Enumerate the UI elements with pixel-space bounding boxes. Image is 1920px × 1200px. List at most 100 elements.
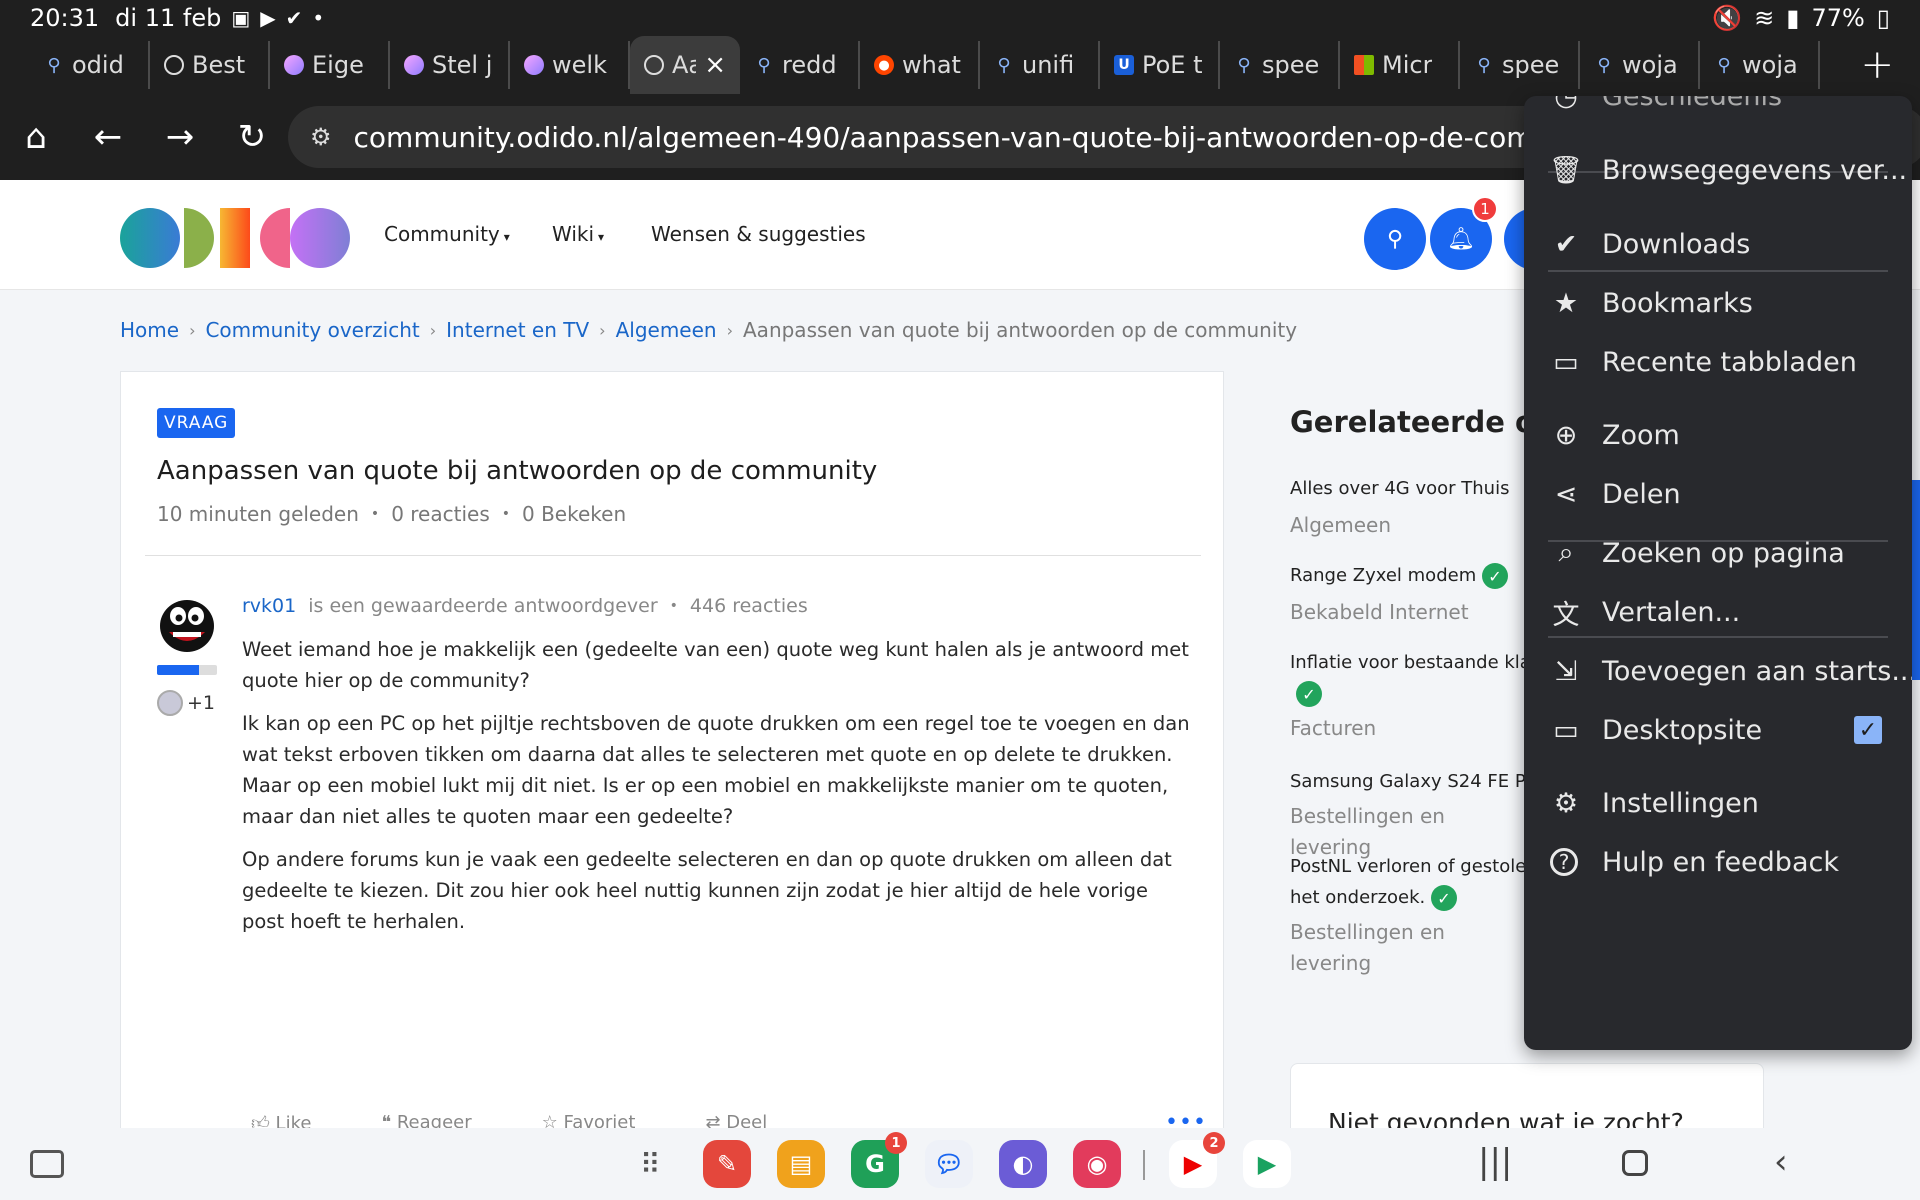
- menu-item-label: Downloads: [1602, 228, 1751, 260]
- related-item-title: Alles over 4G voor Thuis: [1290, 478, 1510, 499]
- find-in-page-icon: ⌕: [1558, 537, 1574, 568]
- menu-item-find-in-page[interactable]: ⌕ Zoeken op pagina: [1524, 523, 1912, 583]
- browser-tab[interactable]: ⚲ odid: [30, 41, 150, 89]
- back-icon[interactable]: ←: [72, 101, 144, 173]
- related-item[interactable]: Inflatie voor bestaande klant ✓ Facturen: [1290, 647, 1530, 744]
- breadcrumb-home[interactable]: Home: [120, 318, 179, 342]
- browser-tab[interactable]: ⚲ woja: [1580, 41, 1700, 89]
- browser-tab[interactable]: ⚲ spee: [1220, 41, 1340, 89]
- more-notifs-icon: •: [312, 6, 325, 30]
- files-app-icon[interactable]: ▤: [777, 1140, 825, 1188]
- related-item[interactable]: Alles over 4G voor Thuis Algemeen: [1290, 473, 1530, 541]
- menu-item-help[interactable]: ? Hulp en feedback: [1524, 832, 1912, 892]
- menu-item-share[interactable]: ⋖ Delen: [1524, 464, 1912, 524]
- menu-item-desktop[interactable]: ▭ Desktopsite ✓: [1524, 700, 1912, 760]
- author-name[interactable]: rvk01: [242, 595, 296, 617]
- menu-item-star[interactable]: ★ Bookmarks: [1524, 273, 1912, 333]
- breadcrumb-internet[interactable]: Internet en TV: [446, 318, 589, 342]
- browser-tab[interactable]: U PoE t: [1100, 41, 1220, 89]
- browser-tab[interactable]: ⚲ spee: [1460, 41, 1580, 89]
- site-settings-icon[interactable]: ⚙: [310, 123, 332, 151]
- kudos-badge-icon: [157, 690, 183, 716]
- browser-tab[interactable]: ⚲ redd: [740, 41, 860, 89]
- app-drawer-icon[interactable]: ⠿: [640, 1148, 660, 1181]
- internet-app-icon[interactable]: ◐: [999, 1140, 1047, 1188]
- avatar[interactable]: [157, 594, 217, 654]
- related-item-category: Bestellingen en levering: [1290, 920, 1445, 975]
- browser-tab[interactable]: ● what: [860, 41, 980, 89]
- author-rank: is een gewaardeerde antwoordgever: [308, 595, 658, 617]
- related-title: Gerelateerde ond: [1290, 405, 1530, 439]
- reload-icon[interactable]: ↻: [216, 101, 288, 173]
- recent-apps-icon[interactable]: |||: [1478, 1142, 1512, 1182]
- menu-item-trash[interactable]: 🗑︎ Browsegegevens ver...: [1524, 140, 1912, 200]
- new-tab-icon[interactable]: +: [1860, 42, 1894, 88]
- app-badge: 2: [1203, 1132, 1225, 1154]
- menu-item-gear[interactable]: ⚙ Instellingen: [1524, 773, 1912, 833]
- back-nav-icon[interactable]: ‹: [1774, 1142, 1788, 1182]
- desktop-site-checkbox[interactable]: ✓: [1854, 716, 1882, 744]
- menu-item-download-check[interactable]: ✔ Downloads: [1524, 214, 1912, 274]
- menu-item-label: Toevoegen aan starts...: [1602, 655, 1912, 687]
- related-item-title: PostNL verloren of gestolen: [1290, 856, 1530, 877]
- search-icon[interactable]: ⚲: [1364, 208, 1426, 270]
- post-paragraph: Weet iemand hoe je makkelijk een (gedeel…: [242, 638, 1189, 692]
- browser-tab[interactable]: ⚲ unifi: [980, 41, 1100, 89]
- tab-title: spee: [1262, 51, 1320, 79]
- signal-icon: ▮: [1786, 4, 1800, 32]
- related-item[interactable]: Range Zyxel modem ✓ Bekabeld Internet: [1290, 560, 1530, 628]
- play-store-icon[interactable]: ▶: [1243, 1140, 1291, 1188]
- battery-icon: ▯: [1876, 4, 1890, 32]
- home-icon[interactable]: ⌂: [0, 101, 72, 173]
- breadcrumb-overzicht[interactable]: Community overzicht: [205, 318, 419, 342]
- odido-logo[interactable]: [120, 208, 350, 268]
- menu-item-label: Bookmarks: [1602, 287, 1753, 319]
- camera-app-icon[interactable]: ◉: [1073, 1140, 1121, 1188]
- related-item-title: Inflatie voor bestaande klant: [1290, 652, 1530, 673]
- menu-item-devices[interactable]: ▭ Recente tabbladen: [1524, 332, 1912, 392]
- status-right: 🔇 ≋ ▮ 77% ▯: [1712, 4, 1890, 32]
- menu-item-label: Browsegegevens ver...: [1602, 154, 1908, 186]
- youtube-app-icon[interactable]: ▶ 2: [1169, 1132, 1225, 1188]
- help-icon: ?: [1550, 848, 1578, 876]
- nav-wensen[interactable]: Wensen & suggesties: [651, 222, 866, 246]
- browser-tab[interactable]: welk: [510, 41, 630, 89]
- browser-tab[interactable]: Micr: [1340, 41, 1460, 89]
- menu-item-zoom[interactable]: ⊕ Zoom: [1524, 405, 1912, 465]
- browser-tab[interactable]: Aa ×: [630, 36, 740, 94]
- gemini-icon: [284, 55, 304, 75]
- nav-wiki-label: Wiki: [552, 222, 595, 246]
- screen-capture-icon[interactable]: [30, 1150, 64, 1178]
- menu-item-add-to-home[interactable]: ⇲ Toevoegen aan starts...: [1524, 641, 1912, 701]
- breadcrumb-algemeen[interactable]: Algemeen: [616, 318, 717, 342]
- url-text[interactable]: community.odido.nl/algemeen-490/aanpasse…: [354, 121, 1713, 154]
- reddit-icon: ●: [874, 55, 894, 75]
- date: di 11 feb: [115, 4, 222, 32]
- grammarly-app-icon[interactable]: G1: [851, 1132, 907, 1188]
- nav-community[interactable]: Community ▾: [384, 222, 510, 246]
- notes-app-icon[interactable]: ✎: [703, 1140, 751, 1188]
- related-item-title: Samsung Galaxy S24 FE Pro: [1290, 771, 1530, 792]
- youtube-notif-icon: ▶: [260, 6, 276, 30]
- related-item[interactable]: Samsung Galaxy S24 FE Pro Bestellingen e…: [1290, 766, 1530, 863]
- nav-wiki[interactable]: Wiki ▾: [552, 222, 604, 246]
- browser-tab[interactable]: Stel j: [390, 41, 510, 89]
- mute-icon: 🔇: [1712, 4, 1743, 32]
- browser-tab[interactable]: ⚲ woja: [1700, 41, 1820, 89]
- related-item-category: Facturen: [1290, 716, 1377, 740]
- messages-app-icon[interactable]: 💬︎: [925, 1140, 973, 1188]
- gallery-icon: ▣: [231, 6, 251, 30]
- post-replies: 0 reacties: [391, 502, 490, 526]
- browser-tab[interactable]: Best: [150, 41, 270, 89]
- chevron-down-icon: ▾: [598, 230, 605, 244]
- forward-icon[interactable]: →: [144, 101, 216, 173]
- notification-badge: 1: [1472, 196, 1498, 222]
- menu-item-translate[interactable]: 文 Vertalen...: [1524, 582, 1912, 642]
- nav-community-label: Community: [384, 222, 500, 246]
- browser-tab[interactable]: Eige: [270, 41, 390, 89]
- menu-item-history[interactable]: ◷ Geschiedenis: [1524, 96, 1912, 126]
- globe-icon: [164, 55, 184, 75]
- close-tab-icon[interactable]: ×: [704, 50, 726, 80]
- related-item[interactable]: PostNL verloren of gestolen het onderzoe…: [1290, 851, 1530, 979]
- home-nav-icon[interactable]: [1622, 1150, 1648, 1176]
